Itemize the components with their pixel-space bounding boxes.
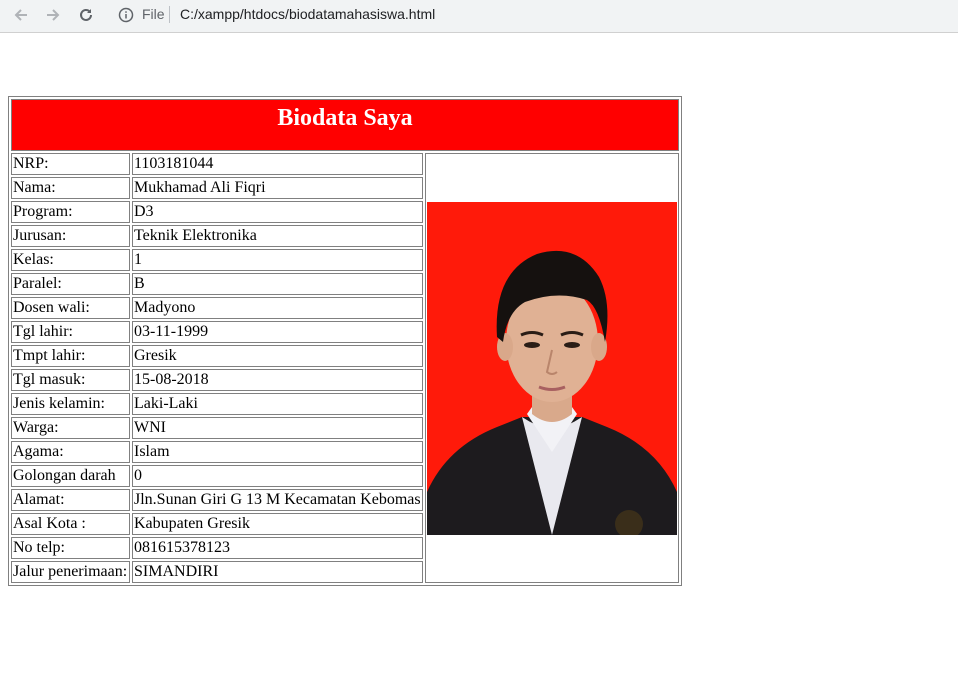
- page-title: Biodata Saya: [11, 99, 679, 151]
- label-nama: Nama:: [11, 177, 130, 199]
- value-dosen-wali: Madyono: [132, 297, 423, 319]
- value-tgl-lahir: 03-11-1999: [132, 321, 423, 343]
- back-button[interactable]: [9, 4, 33, 26]
- label-dosen-wali: Dosen wali:: [11, 297, 130, 319]
- label-jenis-kelamin: Jenis kelamin:: [11, 393, 130, 415]
- arrow-left-icon: [14, 9, 27, 21]
- value-agama: Islam: [132, 441, 423, 463]
- photo-cell: [425, 153, 679, 583]
- file-label: File: [142, 6, 165, 22]
- info-icon[interactable]: [118, 7, 134, 23]
- biodata-table: Biodata Saya NRP: 1103181044 Nama: Mukha…: [8, 96, 682, 586]
- forward-button[interactable]: [41, 4, 65, 26]
- value-warga: WNI: [132, 417, 423, 439]
- label-alamat: Alamat:: [11, 489, 130, 511]
- value-golongan-darah: 0: [132, 465, 423, 487]
- reload-button[interactable]: [74, 4, 98, 26]
- label-warga: Warga:: [11, 417, 130, 439]
- value-program: D3: [132, 201, 423, 223]
- label-kelas: Kelas:: [11, 249, 130, 271]
- label-nrp: NRP:: [11, 153, 130, 175]
- arrow-right-icon: [47, 9, 60, 21]
- label-agama: Agama:: [11, 441, 130, 463]
- value-asal-kota: Kabupaten Gresik: [132, 513, 423, 535]
- label-tgl-masuk: Tgl masuk:: [11, 369, 130, 391]
- label-paralel: Paralel:: [11, 273, 130, 295]
- address-separator: [169, 6, 170, 23]
- value-nrp: 1103181044: [132, 153, 423, 175]
- browser-toolbar: File C:/xampp/htdocs/biodatamahasiswa.ht…: [0, 0, 958, 33]
- label-tmpt-lahir: Tmpt lahir:: [11, 345, 130, 367]
- value-jalur-penerimaan: SIMANDIRI: [132, 561, 423, 583]
- value-tmpt-lahir: Gresik: [132, 345, 423, 367]
- url-text[interactable]: C:/xampp/htdocs/biodatamahasiswa.html: [180, 6, 435, 22]
- label-jalur-penerimaan: Jalur penerimaan:: [11, 561, 130, 583]
- profile-photo: [427, 201, 677, 535]
- value-jenis-kelamin: Laki-Laki: [132, 393, 423, 415]
- value-tgl-masuk: 15-08-2018: [132, 369, 423, 391]
- address-bar[interactable]: File C:/xampp/htdocs/biodatamahasiswa.ht…: [108, 3, 958, 27]
- label-no-telp: No telp:: [11, 537, 130, 559]
- reload-icon: [80, 8, 92, 21]
- label-program: Program:: [11, 201, 130, 223]
- label-golongan-darah: Golongan darah: [11, 465, 130, 487]
- label-tgl-lahir: Tgl lahir:: [11, 321, 130, 343]
- value-nama: Mukhamad Ali Fiqri: [132, 177, 423, 199]
- value-kelas: 1: [132, 249, 423, 271]
- value-jurusan: Teknik Elektronika: [132, 225, 423, 247]
- label-jurusan: Jurusan:: [11, 225, 130, 247]
- value-no-telp: 081615378123: [132, 537, 423, 559]
- value-paralel: B: [132, 273, 423, 295]
- label-asal-kota: Asal Kota :: [11, 513, 130, 535]
- value-alamat: Jln.Sunan Giri G 13 M Kecamatan Kebomas: [132, 489, 423, 511]
